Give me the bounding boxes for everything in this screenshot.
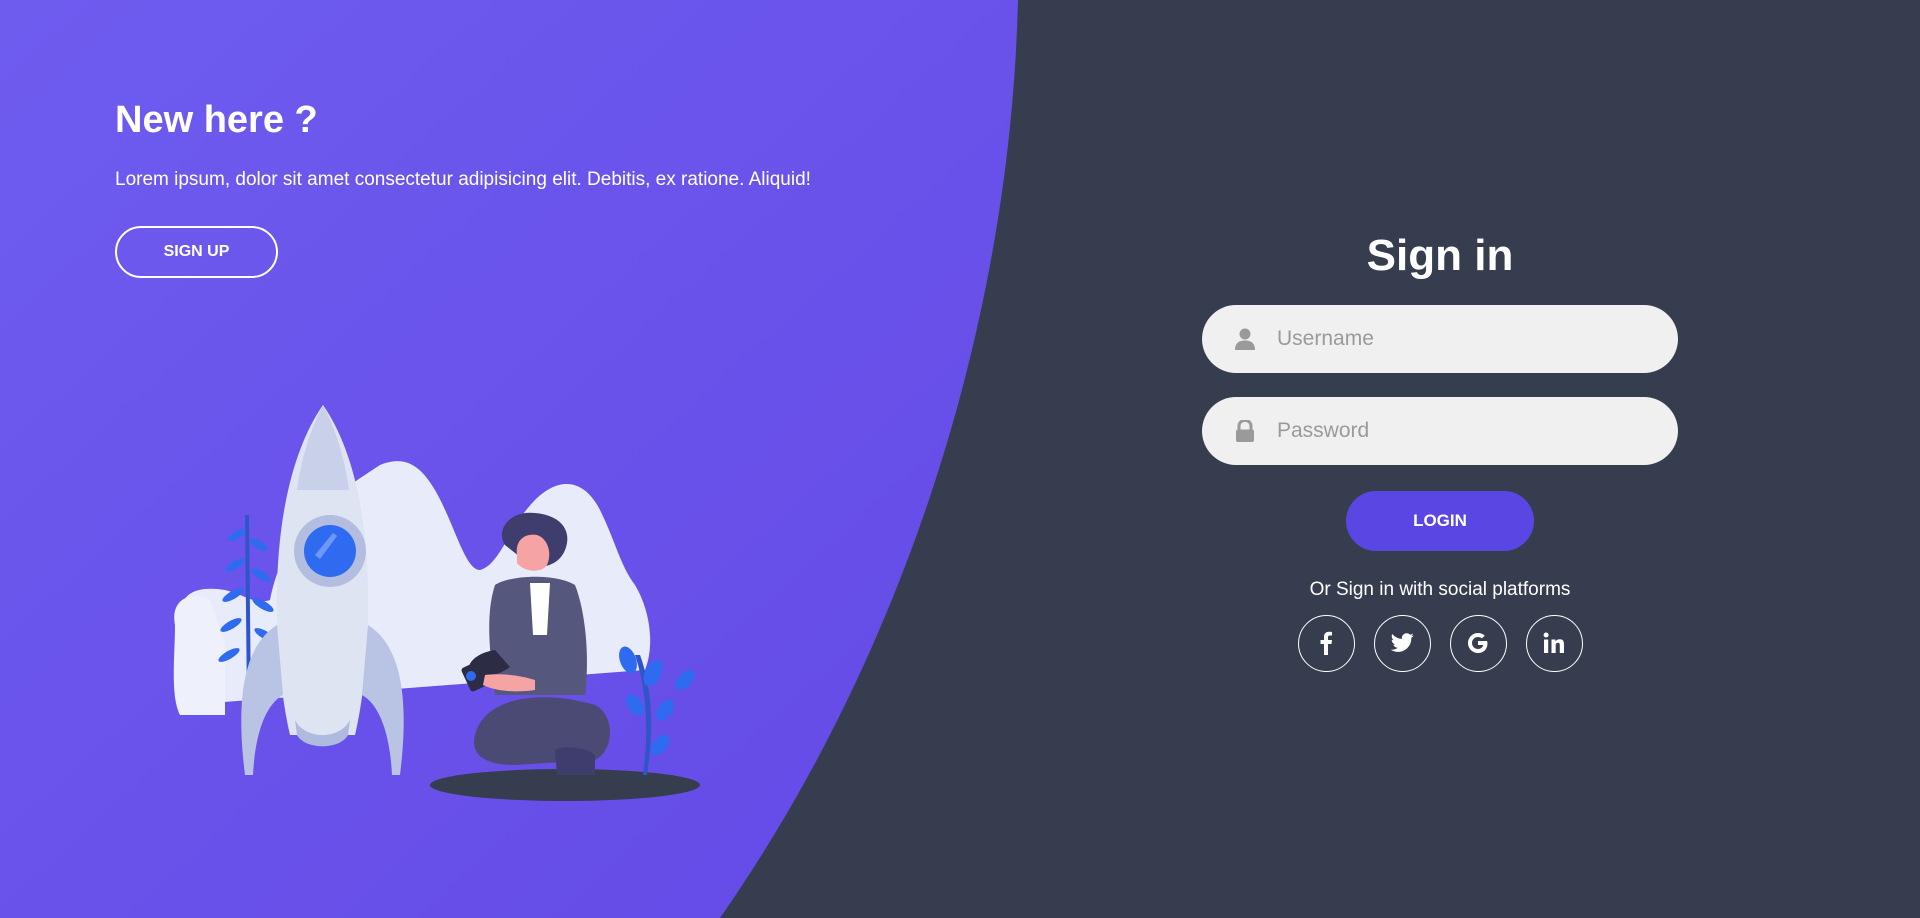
google-button[interactable] bbox=[1449, 614, 1507, 672]
password-input[interactable] bbox=[1277, 418, 1657, 443]
password-field[interactable] bbox=[1202, 396, 1678, 465]
new-here-description: Lorem ipsum, dolor sit amet consectetur … bbox=[115, 168, 811, 190]
social-icons-row bbox=[1297, 614, 1583, 672]
social-signin-text: Or Sign in with social platforms bbox=[1309, 578, 1571, 600]
new-here-title: New here ? bbox=[115, 99, 318, 141]
lock-icon bbox=[1234, 419, 1256, 442]
username-input[interactable] bbox=[1277, 326, 1657, 351]
linkedin-button[interactable] bbox=[1525, 614, 1583, 672]
sign-in-title: Sign in bbox=[1366, 231, 1514, 280]
rocket-illustration bbox=[173, 405, 700, 801]
username-field[interactable] bbox=[1202, 304, 1678, 373]
new-here-panel: New here ? Lorem ipsum, dolor sit amet c… bbox=[115, 99, 815, 278]
twitter-button[interactable] bbox=[1373, 614, 1431, 672]
twitter-icon bbox=[1390, 633, 1414, 653]
sign-up-button[interactable]: SIGN UP bbox=[115, 225, 278, 278]
user-icon bbox=[1234, 328, 1256, 350]
google-icon bbox=[1468, 633, 1488, 654]
sign-in-form: Sign in LOGIN Or Sign in with social pla… bbox=[1202, 230, 1678, 672]
linkedin-icon bbox=[1543, 632, 1564, 654]
facebook-button[interactable] bbox=[1297, 614, 1355, 672]
facebook-icon bbox=[1320, 632, 1332, 656]
login-button[interactable]: LOGIN bbox=[1346, 490, 1534, 551]
